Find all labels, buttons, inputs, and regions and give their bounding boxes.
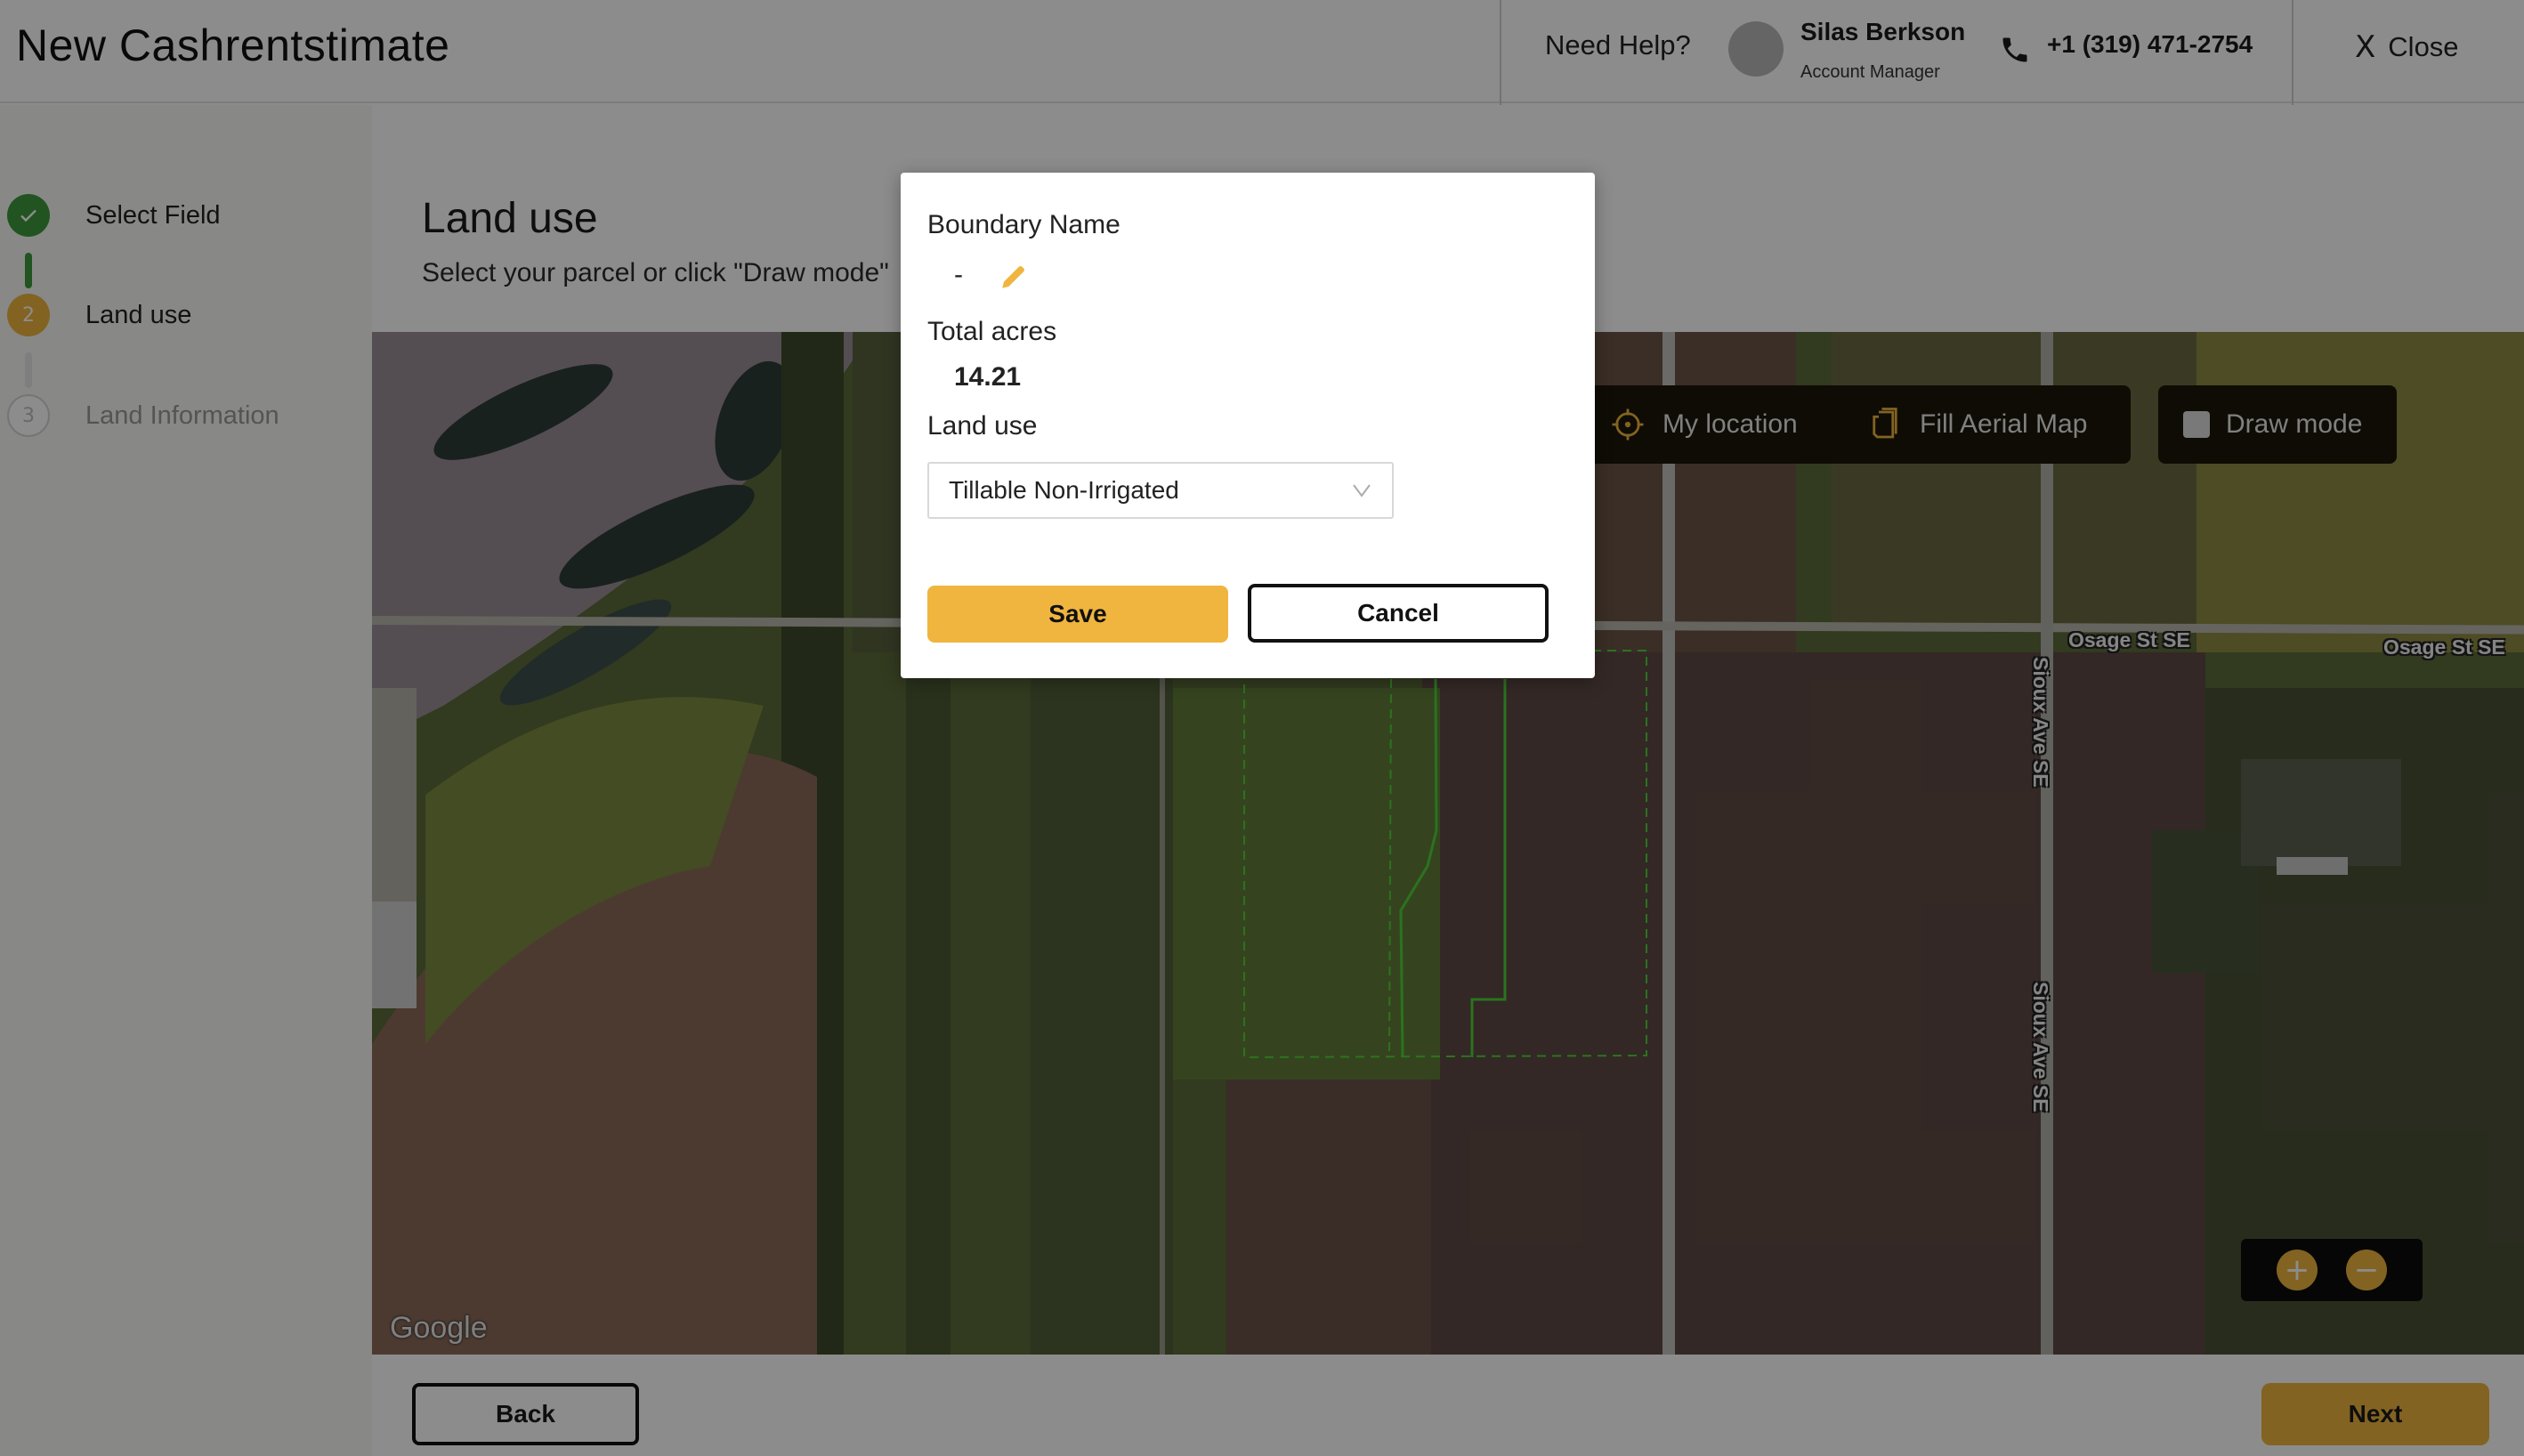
chevron-down-icon [1353,484,1371,497]
pencil-icon[interactable] [999,262,1029,292]
save-button[interactable]: Save [927,586,1228,643]
cancel-button[interactable]: Cancel [1248,584,1549,643]
total-acres-label: Total acres [927,317,1057,346]
boundary-name-label: Boundary Name [927,210,1120,239]
total-acres-value: 14.21 [954,362,1022,392]
boundary-name-value: - [954,260,963,289]
land-use-selected-value: Tillable Non-Irrigated [949,476,1179,504]
land-use-dialog: Boundary Name - Total acres 14.21 Land u… [901,173,1595,678]
land-use-label: Land use [927,411,1038,441]
land-use-select[interactable]: Tillable Non-Irrigated [927,462,1394,519]
